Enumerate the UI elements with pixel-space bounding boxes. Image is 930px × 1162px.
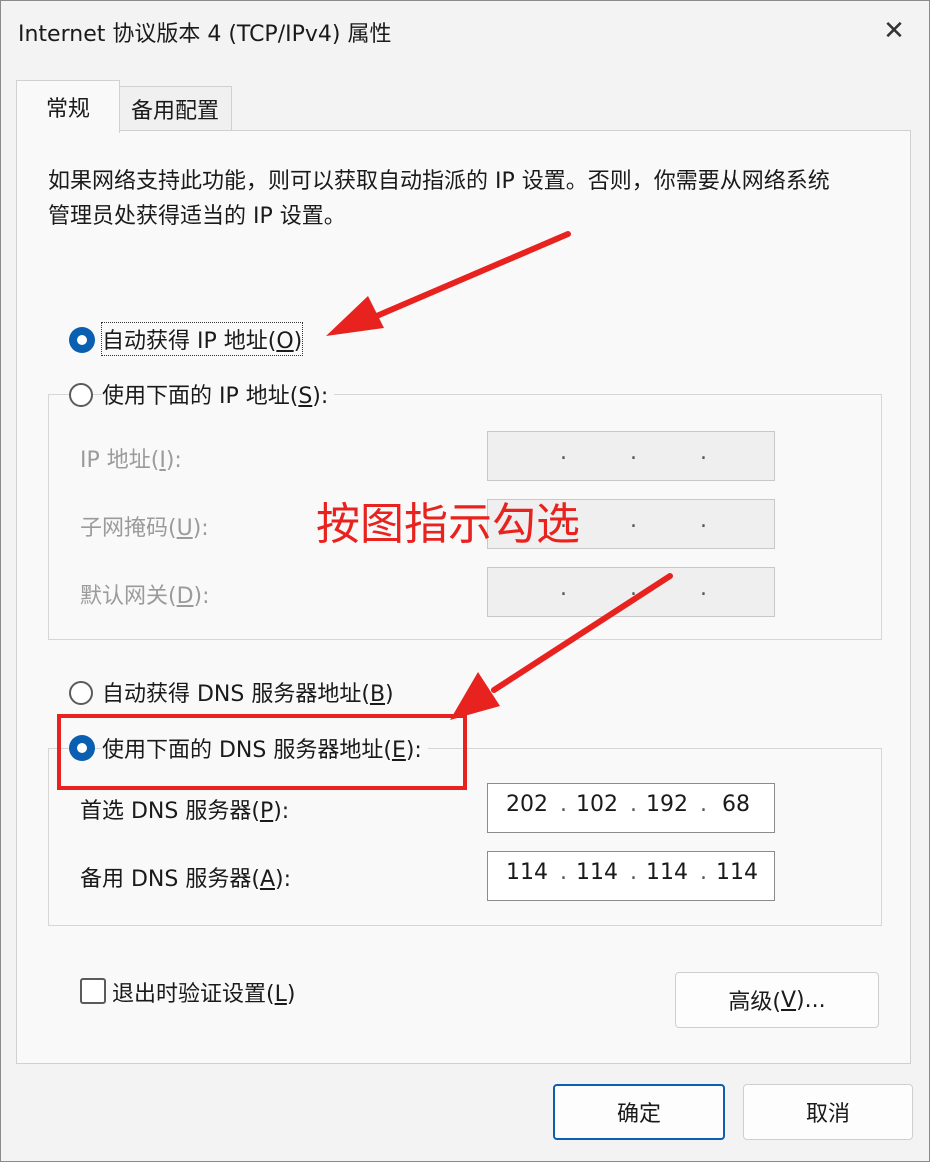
arrow-1-head: [326, 296, 384, 336]
arrow-1-shaft: [369, 231, 571, 321]
tab-general[interactable]: 常规: [16, 80, 120, 133]
annotation-arrows: [326, 231, 673, 720]
arrow-2-head: [450, 672, 500, 720]
arrow-2-shaft: [491, 573, 673, 693]
